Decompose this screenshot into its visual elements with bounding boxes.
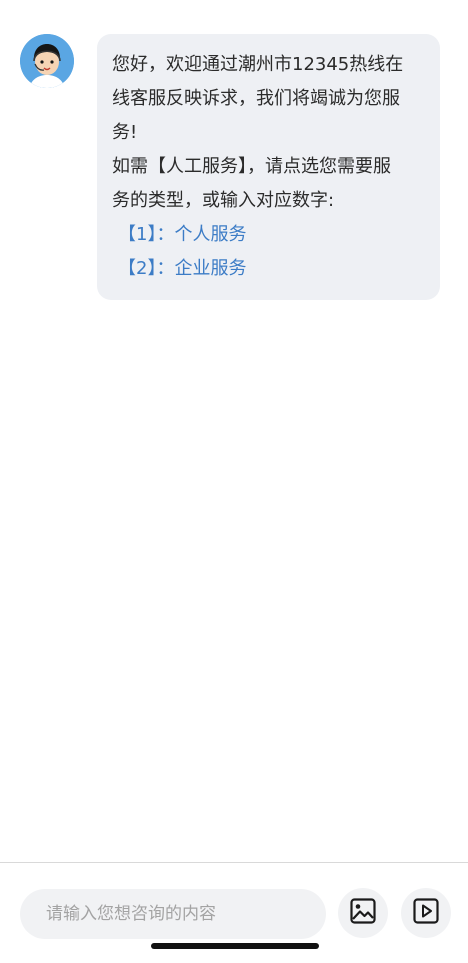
play-icon <box>412 897 440 929</box>
message-line: 您好，欢迎通过潮州市12345热线在 <box>112 54 404 75</box>
video-upload-button[interactable] <box>401 888 451 938</box>
message-line: 如需【人工服务】，请点选您需要服 <box>112 156 391 177</box>
message-line: 线客服反映诉求，我们将竭诚为您服 <box>112 88 400 109</box>
message-line: 务的类型，或输入对应数字: <box>112 190 335 211</box>
home-indicator <box>151 943 319 949</box>
option-personal-service[interactable]: 【1】：个人服务 <box>112 218 426 252</box>
agent-message-bubble: 您好，欢迎通过潮州市12345热线在 线客服反映诉求，我们将竭诚为您服 务! 如… <box>97 34 440 300</box>
image-icon <box>349 897 377 929</box>
message-line: 务! <box>112 122 138 143</box>
image-upload-button[interactable] <box>338 888 388 938</box>
agent-avatar <box>20 34 74 88</box>
message-input[interactable] <box>44 903 326 925</box>
message-input-container[interactable] <box>20 889 326 939</box>
option-enterprise-service[interactable]: 【2】：企业服务 <box>112 252 426 286</box>
